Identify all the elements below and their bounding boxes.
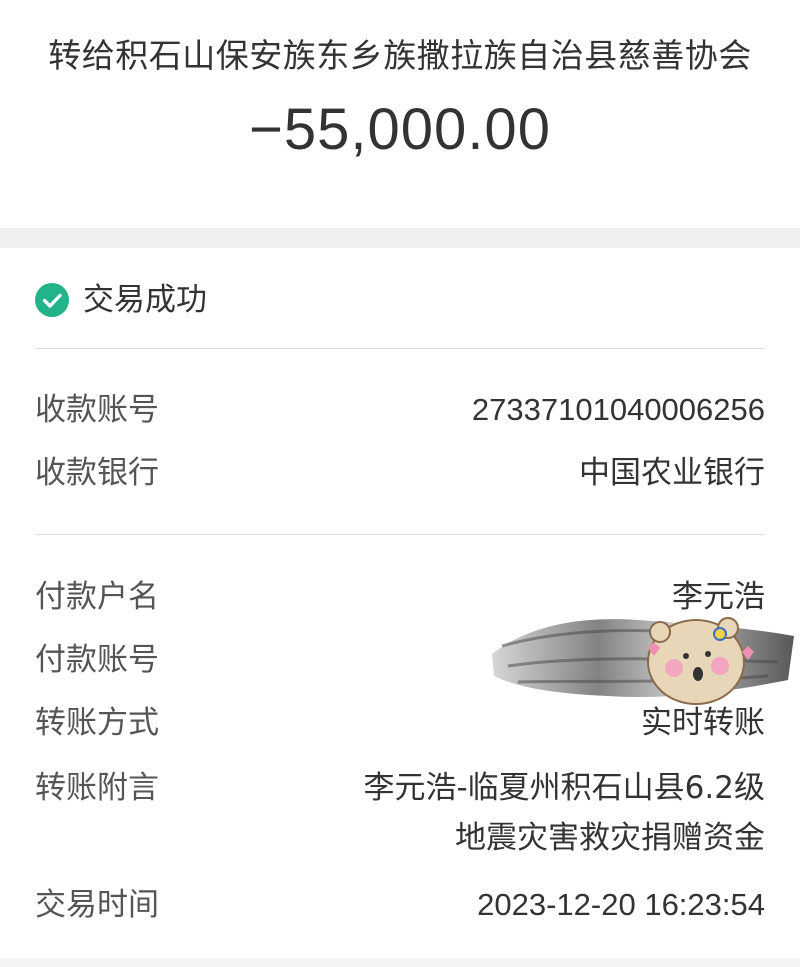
divider — [35, 348, 765, 349]
divider — [35, 534, 765, 535]
payee-bank-label: 收款银行 — [35, 455, 159, 491]
transfer-note-line1: 李元浩-临夏州积石山县6.2级 — [363, 770, 766, 806]
section-separator — [0, 228, 800, 248]
payer-account-label: 付款账号 — [35, 642, 159, 678]
transfer-method-value: 实时转账 — [641, 705, 765, 741]
payee-account-value: 27337101040006256 — [471, 392, 765, 427]
check-circle-icon — [35, 283, 69, 317]
redaction-scribble — [492, 617, 794, 705]
transaction-time-value: 2023-12-20 16:23:54 — [477, 887, 765, 922]
transfer-header: 转给积石山保安族东乡族撒拉族自治县慈善协会 −55,000.00 — [0, 0, 800, 228]
payer-name-label: 付款户名 — [35, 579, 159, 615]
payee-account-label: 收款账号 — [35, 392, 159, 428]
payee-bank-value: 中国农业银行 — [579, 455, 765, 491]
transaction-time-label: 交易时间 — [35, 887, 159, 923]
transfer-detail-page: 转给积石山保安族东乡族撒拉族自治县慈善协会 −55,000.00 交易成功 收款… — [0, 0, 800, 967]
status-text: 交易成功 — [83, 282, 207, 318]
recipient-title: 转给积石山保安族东乡族撒拉族自治县慈善协会 — [48, 36, 752, 75]
transaction-status: 交易成功 — [35, 276, 207, 324]
transfer-method-label: 转账方式 — [35, 705, 159, 741]
transfer-note-label: 转账附言 — [35, 770, 159, 806]
transfer-amount: −55,000.00 — [249, 97, 551, 162]
sticker-bear-icon — [647, 617, 754, 705]
bottom-separator — [0, 958, 800, 967]
transfer-note-line2: 地震灾害救灾捐赠资金 — [455, 820, 765, 856]
